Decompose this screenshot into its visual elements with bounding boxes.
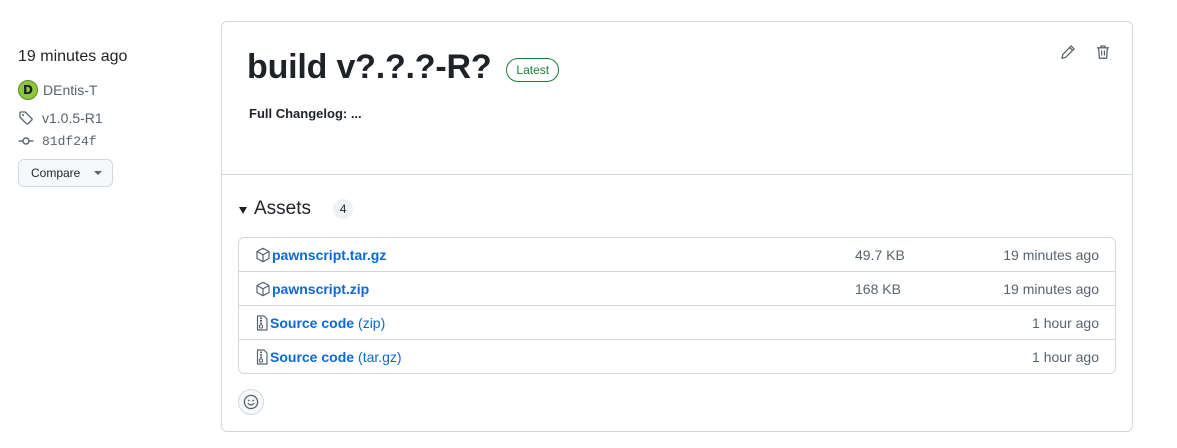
add-reaction-button[interactable]	[238, 389, 264, 415]
smiley-icon	[243, 394, 259, 410]
release-header: build v?.?.?-R? Latest	[247, 48, 560, 87]
assets-list: pawnscript.tar.gz 49.7 KB 19 minutes ago…	[238, 237, 1116, 374]
tag-label[interactable]: v1.0.5-R1	[42, 110, 103, 126]
triangle-down-icon	[239, 206, 247, 214]
asset-link[interactable]: pawnscript.tar.gz	[272, 247, 386, 263]
release-body: Full Changelog: ...	[249, 106, 362, 121]
release-commit[interactable]: 81df24f	[18, 133, 97, 149]
edit-button[interactable]	[1059, 43, 1077, 61]
asset-name[interactable]: pawnscript.zip	[255, 281, 369, 297]
asset-link[interactable]: Source code	[270, 349, 354, 365]
assets-count-badge: 4	[333, 199, 354, 219]
delete-button[interactable]	[1094, 43, 1112, 61]
assets-heading: Assets	[254, 198, 312, 219]
asset-row: pawnscript.zip 168 KB 19 minutes ago	[239, 271, 1115, 305]
package-icon	[256, 247, 270, 262]
asset-time: 1 hour ago	[1032, 314, 1099, 331]
release-actions	[1059, 43, 1112, 61]
compare-label: Compare	[31, 166, 81, 180]
asset-time: 19 minutes ago	[1003, 246, 1099, 263]
asset-row: Source code (zip) 1 hour ago	[239, 305, 1115, 339]
asset-name[interactable]: Source code (tar.gz)	[255, 349, 402, 365]
avatar-letter: D	[23, 83, 33, 97]
asset-name[interactable]: Source code (zip)	[255, 315, 385, 331]
release-time: 19 minutes ago	[18, 48, 128, 65]
asset-format[interactable]: (zip)	[358, 315, 385, 331]
latest-badge: Latest	[506, 57, 560, 82]
asset-format[interactable]: (tar.gz)	[358, 349, 402, 365]
asset-size: 49.7 KB	[855, 246, 905, 263]
asset-link[interactable]: Source code	[270, 315, 354, 331]
card-divider	[222, 174, 1132, 175]
triangle-down-icon	[94, 171, 103, 175]
commit-sha[interactable]: 81df24f	[42, 134, 97, 149]
trash-icon	[1097, 45, 1109, 59]
assets-toggle[interactable]: Assets 4	[239, 198, 354, 220]
file-zip-icon	[256, 314, 268, 331]
asset-size: 168 KB	[855, 280, 901, 297]
file-zip-icon	[256, 348, 268, 365]
release-author[interactable]: D DEntis-T	[18, 80, 97, 100]
asset-time: 19 minutes ago	[1003, 280, 1099, 297]
pencil-icon	[1061, 45, 1075, 59]
git-commit-icon	[18, 137, 34, 145]
compare-button[interactable]: Compare	[18, 159, 113, 187]
tag-icon	[19, 111, 33, 125]
package-icon	[256, 281, 270, 296]
release-card: build v?.?.?-R? Latest Full Changelog: .…	[221, 21, 1133, 432]
asset-link[interactable]: pawnscript.zip	[272, 281, 369, 297]
release-title[interactable]: build v?.?.?-R?	[247, 48, 492, 87]
asset-name[interactable]: pawnscript.tar.gz	[255, 247, 386, 263]
release-tag[interactable]: v1.0.5-R1	[18, 110, 103, 126]
author-name[interactable]: DEntis-T	[43, 82, 97, 98]
asset-row: pawnscript.tar.gz 49.7 KB 19 minutes ago	[239, 238, 1115, 271]
asset-row: Source code (tar.gz) 1 hour ago	[239, 339, 1115, 373]
avatar[interactable]: D	[18, 80, 38, 100]
asset-time: 1 hour ago	[1032, 348, 1099, 365]
